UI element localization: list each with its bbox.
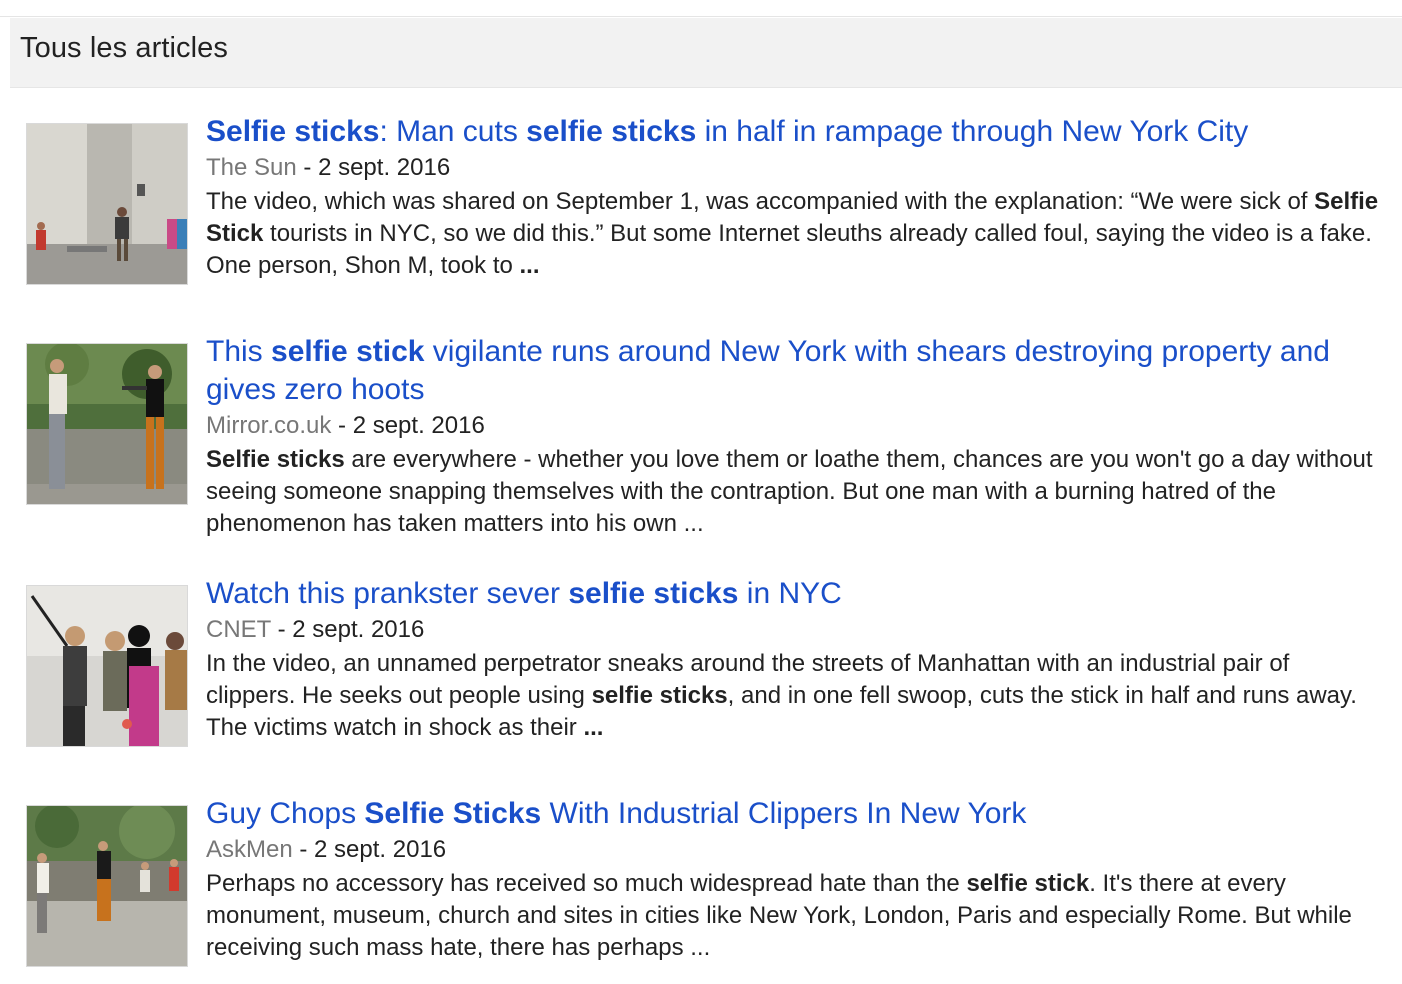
highlight-term: Selfie sticks [206, 446, 345, 473]
text-segment: This [206, 335, 272, 368]
article-body: Guy Chops Selfie Sticks With Industrial … [206, 797, 1381, 964]
highlight-term: Selfie sticks [206, 115, 380, 148]
highlight-term: selfie sticks [526, 115, 697, 148]
article-body: Watch this prankster sever selfie sticks… [206, 577, 1381, 744]
article-meta: The Sun - 2 sept. 2016 [206, 151, 1381, 185]
article-snippet: Selfie sticks are everywhere - whether y… [206, 444, 1381, 540]
thumbnail-image [27, 124, 187, 284]
thumbnail-image [27, 344, 187, 504]
text-segment: are everywhere - whether you love them o… [206, 446, 1373, 537]
text-segment: Watch this prankster sever [206, 577, 569, 610]
article-snippet: The video, which was shared on September… [206, 186, 1381, 282]
article-meta: Mirror.co.uk - 2 sept. 2016 [206, 409, 1381, 443]
section-header: Tous les articles [10, 18, 1402, 88]
article-meta: AskMen - 2 sept. 2016 [206, 833, 1381, 867]
meta-separator: - [292, 836, 315, 863]
highlight-term: selfie stick [966, 870, 1090, 897]
article-source: The Sun [206, 154, 297, 181]
article-thumbnail[interactable] [26, 123, 188, 285]
article-body: Selfie sticks: Man cuts selfie sticks in… [206, 115, 1381, 282]
meta-separator: - [296, 154, 319, 181]
text-segment: The video, which was shared on September… [206, 188, 1315, 215]
thumbnail-image [27, 586, 187, 746]
highlight-term: selfie sticks [568, 577, 739, 610]
highlight-term: selfie stick [271, 335, 425, 368]
article-date: 2 sept. 2016 [314, 836, 447, 863]
article-title-link[interactable]: Guy Chops Selfie Sticks With Industrial … [206, 795, 1381, 833]
text-segment: Guy Chops [206, 797, 365, 830]
text-segment: : Man cuts [379, 115, 527, 148]
highlight-term: Selfie Sticks [364, 797, 542, 830]
article-thumbnail[interactable] [26, 585, 188, 747]
article-source: CNET [206, 616, 271, 643]
article-title-link[interactable]: This selfie stick vigilante runs around … [206, 333, 1381, 409]
top-divider [0, 16, 1402, 17]
article-title-link[interactable]: Selfie sticks: Man cuts selfie sticks in… [206, 113, 1381, 151]
article-date: 2 sept. 2016 [318, 154, 451, 181]
article-title-link[interactable]: Watch this prankster sever selfie sticks… [206, 575, 1381, 613]
article-source: AskMen [206, 836, 293, 863]
text-segment: With Industrial Clippers In New York [541, 797, 1027, 830]
text-segment: Perhaps no accessory has received so muc… [206, 870, 967, 897]
thumbnail-image [27, 806, 187, 966]
text-segment: in half in rampage through New York City [696, 115, 1249, 148]
article-thumbnail[interactable] [26, 343, 188, 505]
article-snippet: In the video, an unnamed perpetrator sne… [206, 648, 1381, 744]
article-snippet: Perhaps no accessory has received so muc… [206, 868, 1381, 964]
article-source: Mirror.co.uk [206, 412, 332, 439]
article-date: 2 sept. 2016 [352, 412, 485, 439]
article-thumbnail[interactable] [26, 805, 188, 967]
highlight-term: ... [583, 714, 604, 741]
text-segment: in NYC [738, 577, 842, 610]
highlight-term: ... [519, 252, 540, 279]
article-date: 2 sept. 2016 [292, 616, 425, 643]
text-segment: tourists in NYC, so we did this.” But so… [206, 220, 1372, 279]
section-title: Tous les articles [20, 32, 228, 64]
meta-separator: - [270, 616, 293, 643]
article-meta: CNET - 2 sept. 2016 [206, 613, 1381, 647]
meta-separator: - [331, 412, 353, 439]
highlight-term: selfie sticks [591, 682, 728, 709]
article-body: This selfie stick vigilante runs around … [206, 335, 1381, 540]
